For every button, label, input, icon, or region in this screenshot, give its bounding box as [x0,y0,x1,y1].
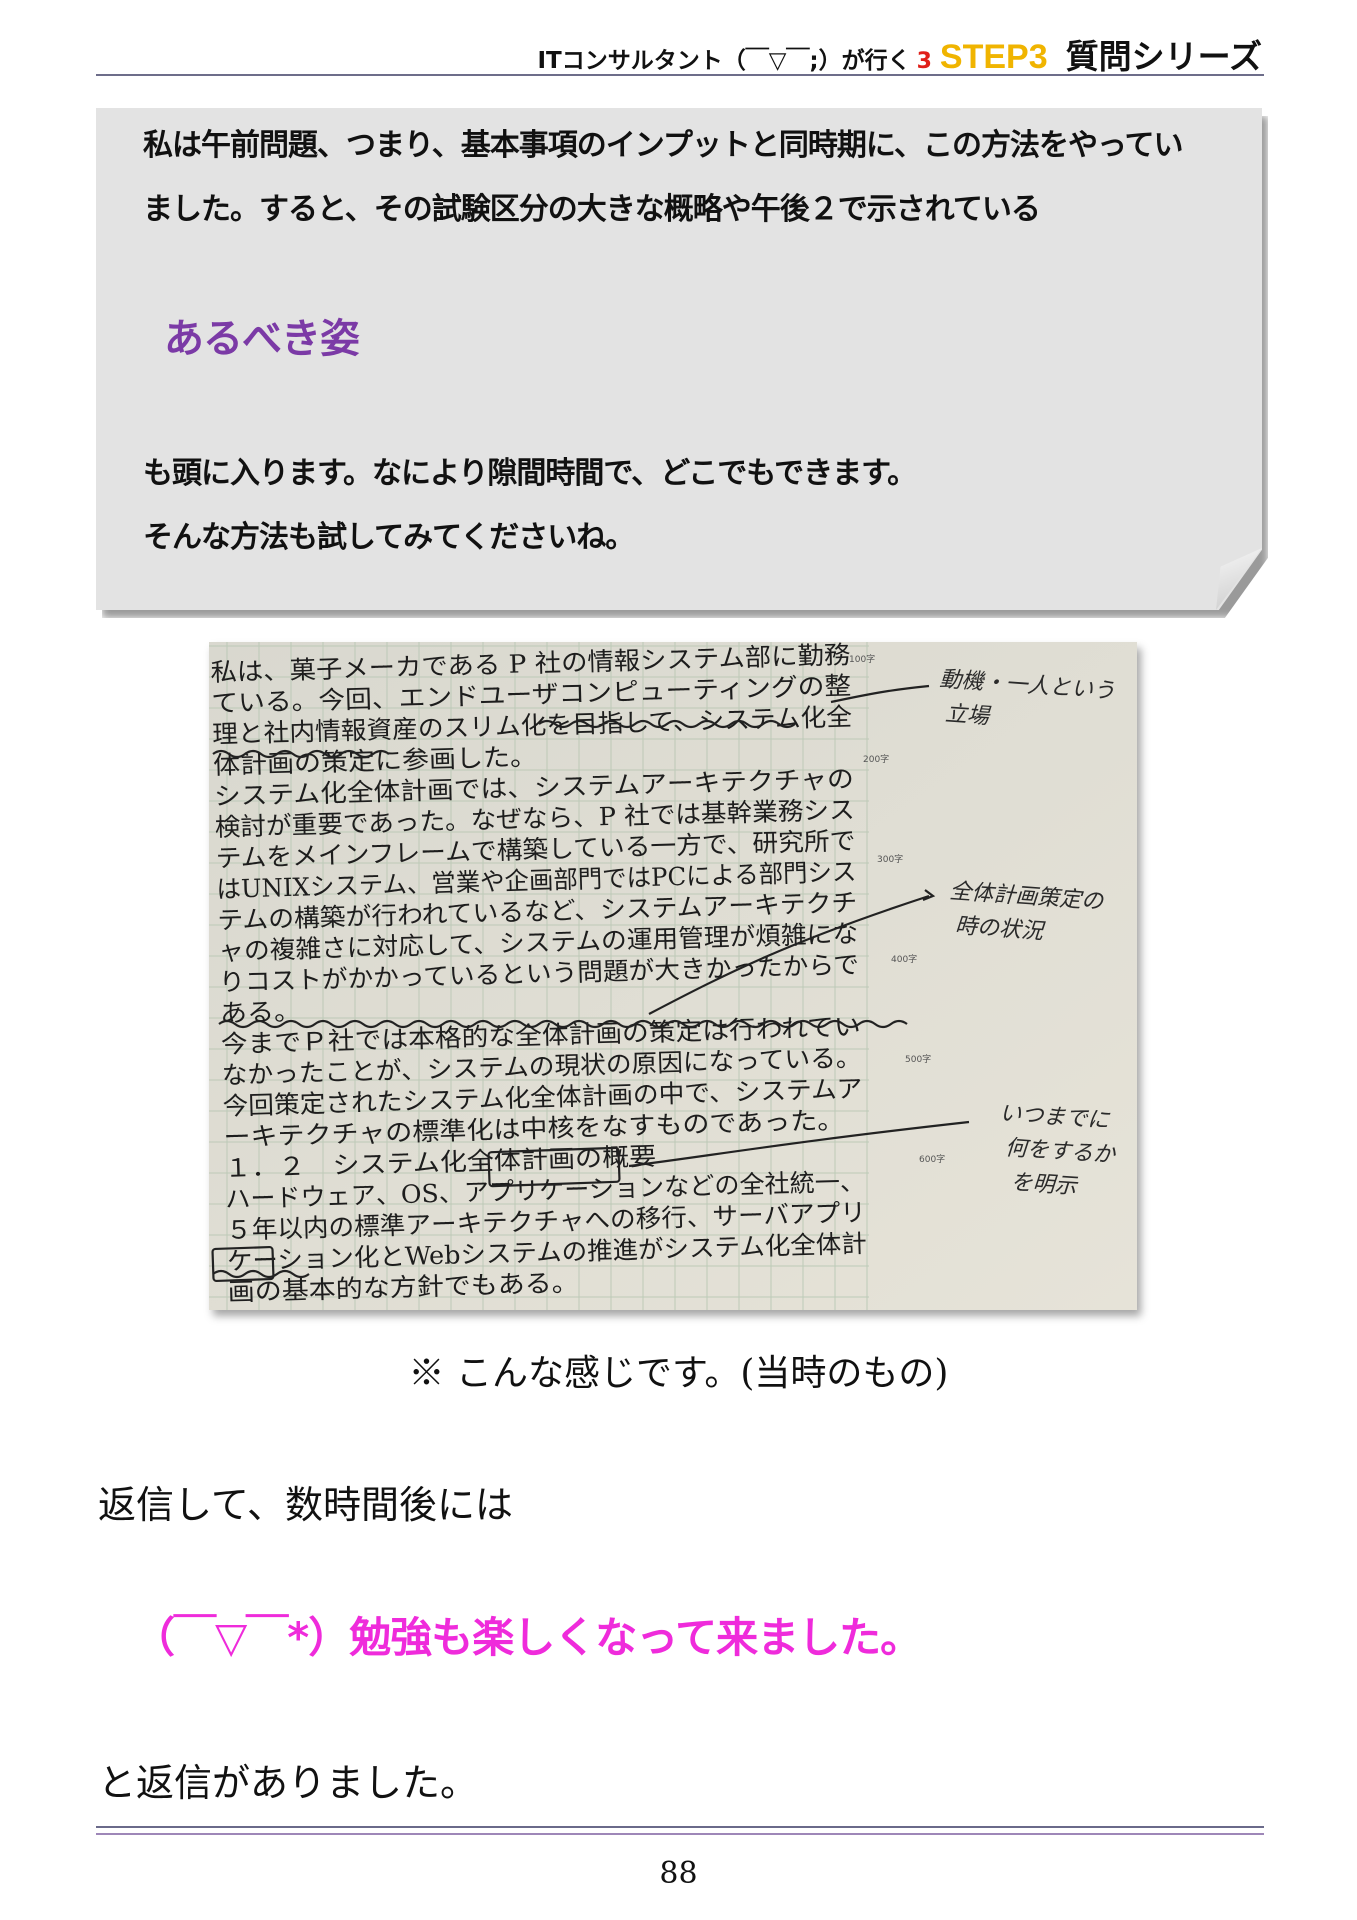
header-title: ITコンサルタント（￣▽￣;）が行く [537,48,911,74]
callout-line-3: も頭に入ります。なにより隙間時間で、どこでもできます。 [143,456,917,491]
answer-sheet-drawing: 私は、菓子メーカである P 社の情報システム部に勤務ている。今回、エンドユーザコ… [209,642,1137,1310]
count-mark: 300字 [877,853,903,865]
callout-line-1: 私は午前問題、つまり、基本事項のインプットと同時期に、この方法をやってい [143,128,1183,163]
header-rule [96,74,1264,76]
footer-rule-bottom [96,1833,1264,1835]
footer-rule-top [96,1826,1264,1828]
reply-outro: と返信がありました。 [98,1761,479,1805]
reply-quote: （￣▽￣*）勉強も楽しくなって来ました。 [133,1613,922,1662]
callout-box: 私は午前問題、つまり、基本事項のインプットと同時期に、この方法をやってい ました… [96,108,1268,618]
count-mark: 500字 [905,1053,931,1065]
count-mark: 400字 [891,953,917,965]
callout-highlight: あるべき姿 [164,316,360,362]
callout-line-4: そんな方法も試してみてくださいね。 [143,520,635,555]
header-step: STEP3 [939,38,1048,76]
callout-line-2: ました。すると、その試験区分の大きな概略や午後２で示されている [143,192,1041,227]
reply-intro: 返信して、数時間後には [98,1483,513,1527]
page-number: 88 [659,1856,698,1891]
count-mark: 100字 [849,653,875,665]
margin-note-line: を明示 [1010,1170,1080,1200]
count-mark: 600字 [919,1153,945,1165]
photo-caption: ※ こんな感じです。(当時のもの) [408,1353,949,1394]
running-header: ITコンサルタント（￣▽￣;）が行く 3 STEP3 質問シリーズ [96,30,1262,76]
count-mark: 200字 [863,753,889,765]
margin-note-line: 立場 [944,702,993,730]
answer-sheet-photo: 私は、菓子メーカである P 社の情報システム部に勤務 ている。今回、エンドユーザコ… [209,642,1137,1310]
header-series: 質問シリーズ [1065,37,1262,76]
header-chapter-number: 3 [916,49,932,74]
